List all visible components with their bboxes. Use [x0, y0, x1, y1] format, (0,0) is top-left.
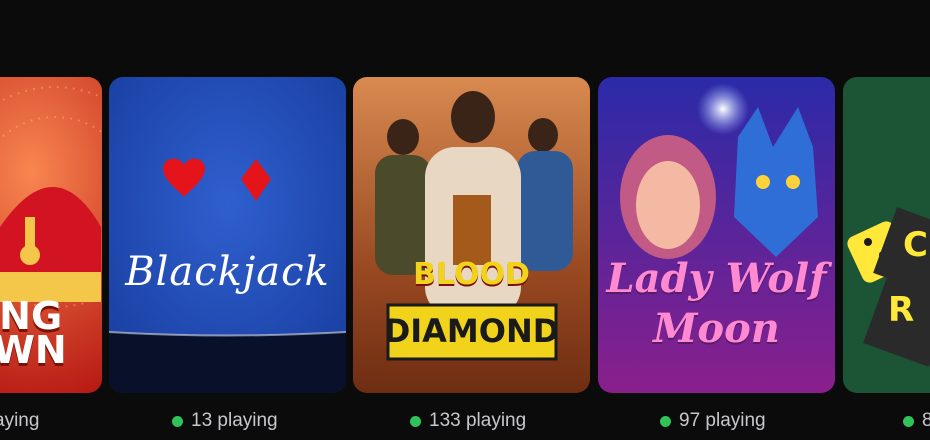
game-title-line1: Lady Wolf [606, 255, 827, 302]
game-card-lady-wolf-moon[interactable]: Lady Wolf Moon [598, 77, 835, 393]
game-title-line2: DIAMOND [383, 312, 560, 350]
game-title-line2: R [888, 290, 915, 330]
moon-icon [697, 83, 749, 135]
player-count: 13 playing [172, 408, 278, 434]
online-dot-icon [903, 415, 914, 427]
game-title-line2: WN [0, 328, 67, 372]
games-carousel[interactable]: ING WN aying Blackjack 13 play [0, 0, 930, 440]
game-title-line1: C [903, 225, 928, 265]
player-count: aying [0, 410, 40, 431]
online-dot-icon [410, 415, 421, 427]
player-count: 8 [903, 408, 930, 434]
game-title-line1: BLOOD [413, 257, 530, 292]
player-count: 133 playing [410, 408, 526, 434]
online-dot-icon [172, 415, 183, 427]
online-dot-icon [660, 415, 671, 427]
game-title-line2: Moon [653, 305, 780, 352]
game-cover-blackjack [109, 77, 346, 393]
game-card-blood-diamond[interactable]: BLOOD DIAMOND [353, 77, 590, 393]
player-count: 97 playing [660, 408, 766, 434]
game-title: Blackjack [125, 249, 330, 295]
game-card-blackjack[interactable]: Blackjack [109, 77, 346, 393]
game-card-dice[interactable]: C R [843, 77, 930, 393]
game-card-crown[interactable]: ING WN [0, 77, 102, 393]
